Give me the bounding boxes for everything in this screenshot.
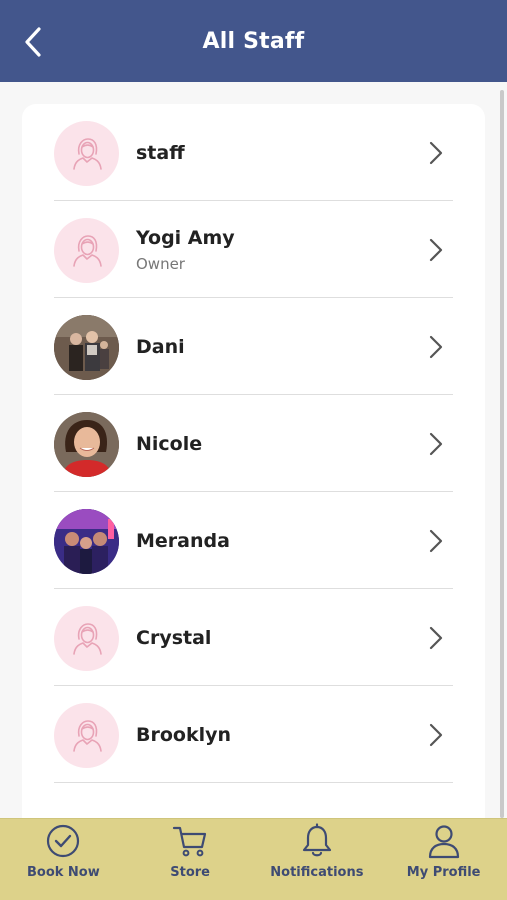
chevron-left-icon: [25, 27, 41, 57]
avatar: [54, 121, 119, 186]
avatar: [54, 606, 119, 671]
placeholder-person-icon: [72, 234, 102, 267]
staff-list-card: staff Yogi Amy Owner Dani Nicole Meranda…: [22, 104, 485, 818]
bell-icon: [302, 823, 331, 857]
tab-my-profile[interactable]: My Profile: [380, 819, 507, 900]
avatar: [54, 703, 119, 768]
bottom-tab-bar: Book Now Store Notifications My Profile: [0, 818, 507, 900]
chevron-right-icon: [429, 432, 443, 456]
tab-notifications[interactable]: Notifications: [254, 819, 381, 900]
check-circle-icon: [47, 824, 80, 858]
photo-image: [54, 509, 119, 574]
tab-label: My Profile: [406, 865, 481, 880]
avatar-photo: [54, 315, 119, 380]
chevron-right-icon: [429, 238, 443, 262]
cart-icon: [173, 826, 207, 857]
staff-row-meranda[interactable]: Meranda: [54, 492, 453, 589]
page-title: All Staff: [202, 28, 305, 54]
chevron-right-icon: [429, 723, 443, 747]
staff-role: Owner: [136, 255, 185, 273]
tab-label: Store: [170, 865, 210, 880]
photo-image: [54, 412, 119, 477]
back-button[interactable]: [16, 22, 50, 62]
staff-name: Yogi Amy: [136, 227, 235, 249]
chevron-right-icon: [429, 626, 443, 650]
tab-store[interactable]: Store: [127, 819, 254, 900]
staff-name: staff: [136, 142, 185, 164]
chevron-right-icon: [429, 529, 443, 553]
tab-book-now[interactable]: Book Now: [0, 819, 127, 900]
chevron-right-icon: [429, 141, 443, 165]
staff-row-dani[interactable]: Dani: [54, 298, 453, 395]
staff-name: Crystal: [136, 627, 212, 649]
chevron-right-icon: [429, 335, 443, 359]
staff-name: Brooklyn: [136, 724, 232, 746]
avatar-photo: [54, 412, 119, 477]
staff-list-area[interactable]: staff Yogi Amy Owner Dani Nicole Meranda…: [0, 82, 507, 818]
scrollbar[interactable]: [500, 90, 504, 818]
staff-row-crystal[interactable]: Crystal: [54, 589, 453, 686]
photo-image: [54, 315, 119, 380]
tab-label: Notifications: [270, 865, 364, 880]
staff-name: Dani: [136, 336, 185, 358]
staff-row-staff[interactable]: staff: [54, 104, 453, 201]
tab-label: Book Now: [26, 865, 100, 880]
staff-row-brooklyn[interactable]: Brooklyn: [54, 686, 453, 783]
user-icon: [428, 825, 459, 859]
staff-row-yogi-amy[interactable]: Yogi Amy Owner: [54, 201, 453, 298]
staff-name: Nicole: [136, 433, 203, 455]
placeholder-person-icon: [72, 622, 102, 655]
staff-name: Meranda: [136, 530, 230, 552]
avatar: [54, 218, 119, 283]
placeholder-person-icon: [72, 137, 102, 170]
staff-row-nicole[interactable]: Nicole: [54, 395, 453, 492]
placeholder-person-icon: [72, 719, 102, 752]
avatar-photo: [54, 509, 119, 574]
app-header: All Staff: [0, 0, 507, 82]
